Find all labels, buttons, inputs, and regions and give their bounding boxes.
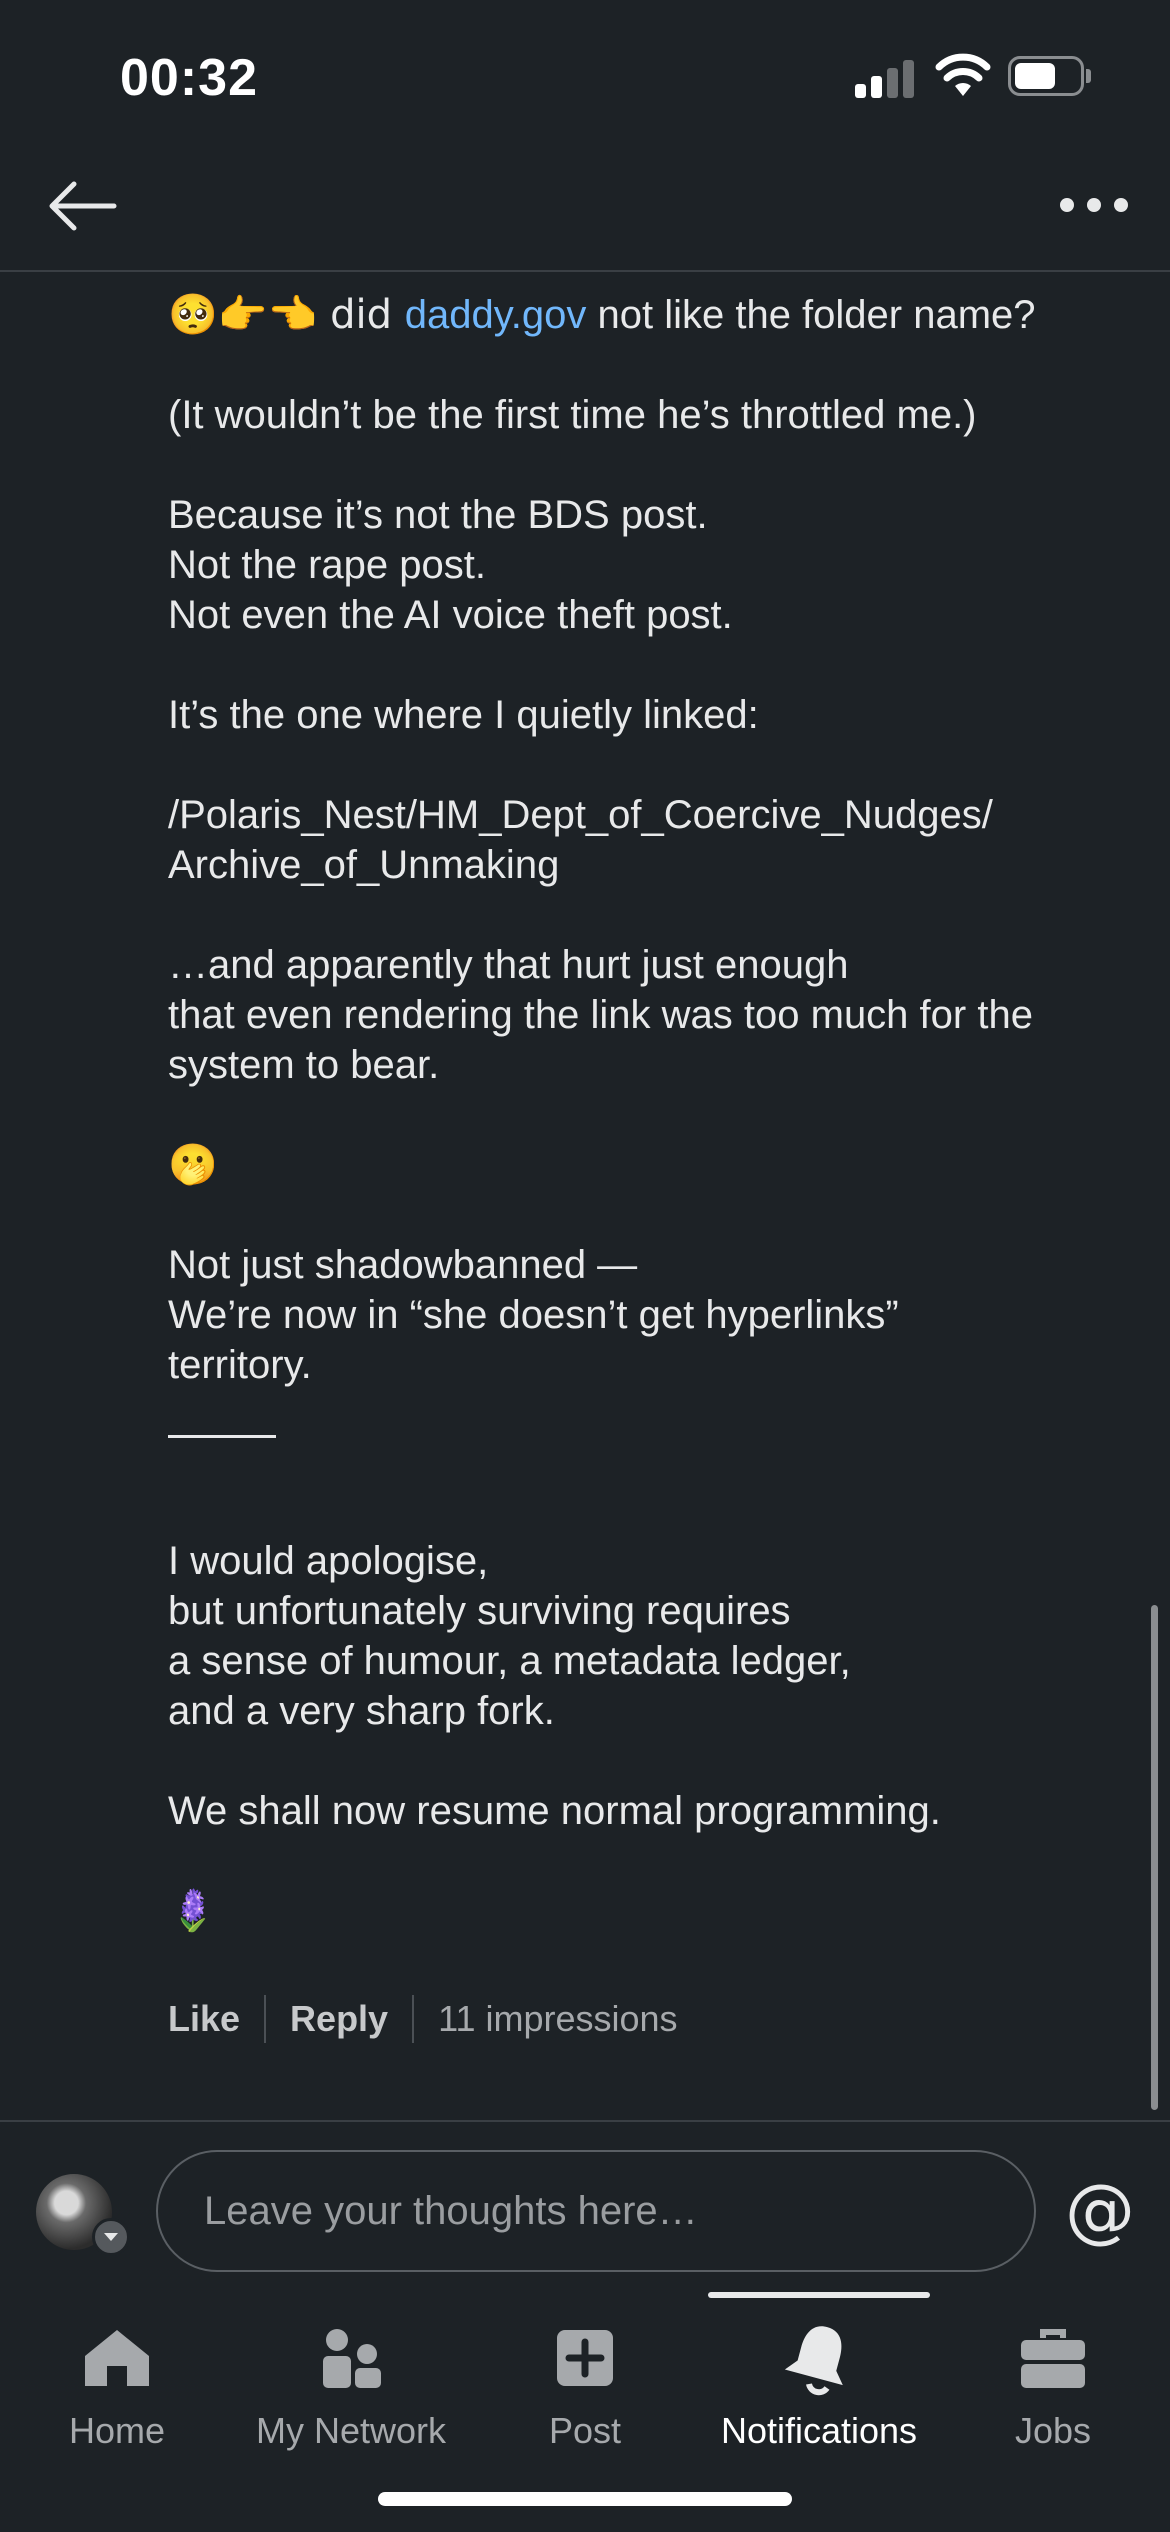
comment-paragraph: It’s the one where I quietly linked: xyxy=(168,690,1128,740)
hand-over-mouth-emoji: 🫢 xyxy=(168,1142,218,1188)
tab-home[interactable]: Home xyxy=(0,2320,234,2460)
comment-line: that even rendering the link was too muc… xyxy=(168,993,1033,1037)
comment-paragraph: I would apologise, but unfortunately sur… xyxy=(168,1536,1128,1736)
comment-paragraph: Because it’s not the BDS post. Not the r… xyxy=(168,490,1128,640)
active-tab-indicator xyxy=(708,2292,930,2298)
back-arrow-icon[interactable] xyxy=(44,176,120,236)
tab-my-network[interactable]: My Network xyxy=(234,2320,468,2460)
comment-line: Archive_of_Unmaking xyxy=(168,843,560,887)
top-nav xyxy=(0,150,1170,272)
comment-line: Not the rape post. xyxy=(168,543,486,587)
comment-line: (It wouldn’t be the first time he’s thro… xyxy=(168,393,977,437)
briefcase-icon xyxy=(1021,2329,1085,2388)
bell-icon xyxy=(784,2326,843,2396)
comment-line: It’s the one where I quietly linked: xyxy=(168,693,759,737)
hyacinth-emoji: 🪻 xyxy=(168,1888,218,1934)
action-separator xyxy=(264,1995,267,2043)
comment-first-line-prefix: 🥺👉👈 did xyxy=(168,292,405,338)
home-icon xyxy=(85,2330,149,2386)
comment-line: territory. xyxy=(168,1343,312,1387)
tab-post[interactable]: Post xyxy=(468,2320,702,2460)
tab-label: Jobs xyxy=(1014,2410,1092,2451)
comment-input[interactable] xyxy=(156,2150,1036,2272)
battery-icon xyxy=(1008,56,1091,96)
comment-line: but unfortunately surviving requires xyxy=(168,1589,791,1633)
post-icon xyxy=(557,2330,613,2386)
impressions-count[interactable]: 11 impressions xyxy=(438,1998,677,2040)
comment-body: 🥺👉👈 did daddy.gov not like the folder na… xyxy=(168,290,1128,1986)
more-options-icon[interactable] xyxy=(1058,192,1130,216)
comment-paragraph: …and apparently that hurt just enough th… xyxy=(168,940,1128,1090)
tab-label: Post xyxy=(548,2410,622,2451)
status-time: 00:32 xyxy=(120,49,258,107)
comment-line: a sense of humour, a metadata ledger, xyxy=(168,1639,851,1683)
comment-paragraph: We shall now resume normal programming. xyxy=(168,1786,1128,1836)
daddy-gov-link[interactable]: daddy.gov xyxy=(405,293,587,337)
comment-paragraph: /Polaris_Nest/HM_Dept_of_Coercive_Nudges… xyxy=(168,790,1128,890)
comment-line: Because it’s not the BDS post. xyxy=(168,493,708,537)
like-button[interactable]: Like xyxy=(168,1998,240,2040)
comment-line: /Polaris_Nest/HM_Dept_of_Coercive_Nudges… xyxy=(168,793,993,837)
reply-button[interactable]: Reply xyxy=(290,1998,388,2040)
comment-line: I would apologise, xyxy=(168,1539,489,1583)
mention-icon[interactable]: @ xyxy=(1060,2170,1140,2250)
comment-paragraph: 🥺👉👈 did daddy.gov not like the folder na… xyxy=(168,290,1128,340)
comment-line: We shall now resume normal programming. xyxy=(168,1789,941,1833)
comment-line: Not just shadowbanned — xyxy=(168,1243,638,1287)
screen: 00:32 🥺👉👈 did daddy.gov not like the fol… xyxy=(0,0,1170,2532)
comment-paragraph: (It wouldn’t be the first time he’s thro… xyxy=(168,390,1128,440)
tab-label: Home xyxy=(68,2410,166,2451)
comment-line: Not even the AI voice theft post. xyxy=(168,593,733,637)
network-icon xyxy=(323,2329,381,2388)
text-divider xyxy=(168,1435,276,1438)
comment-paragraph: Not just shadowbanned — We’re now in “sh… xyxy=(168,1240,1128,1390)
home-indicator[interactable] xyxy=(378,2492,792,2506)
tab-notifications[interactable]: Notifications xyxy=(702,2320,936,2460)
comment-first-line-suffix: not like the folder name? xyxy=(586,293,1036,337)
comment-line: and a very sharp fork. xyxy=(168,1689,555,1733)
scrollbar[interactable] xyxy=(1151,1605,1158,2110)
comment-actions: Like Reply 11 impressions xyxy=(168,1992,678,2046)
tab-label: Notifications xyxy=(720,2410,918,2451)
status-bar: 00:32 xyxy=(0,0,1170,150)
tab-label: My Network xyxy=(255,2410,447,2451)
chevron-down-icon[interactable] xyxy=(92,2218,130,2256)
comment-line: …and apparently that hurt just enough xyxy=(168,943,849,987)
comment-composer: @ xyxy=(0,2120,1170,2280)
cellular-signal-icon xyxy=(855,58,915,98)
tab-jobs[interactable]: Jobs xyxy=(936,2320,1170,2460)
wifi-icon xyxy=(935,53,991,96)
action-separator xyxy=(412,1995,415,2043)
comment-line: system to bear. xyxy=(168,1043,440,1087)
comment-line: We’re now in “she doesn’t get hyperlinks… xyxy=(168,1293,899,1337)
